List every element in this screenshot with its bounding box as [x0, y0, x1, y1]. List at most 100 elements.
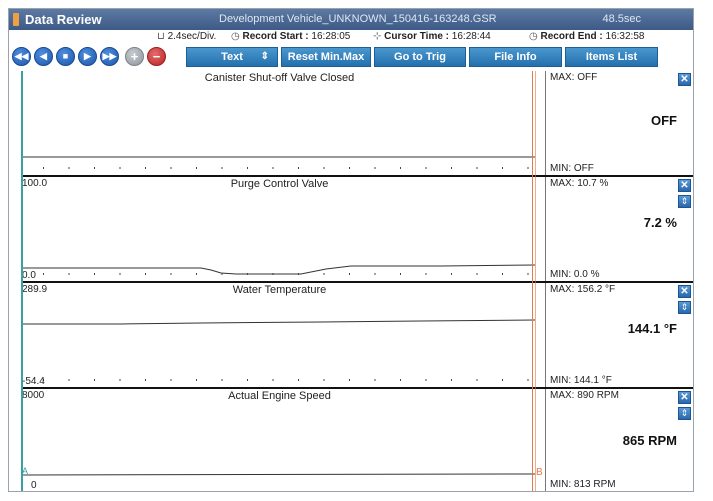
axis-tick [502, 379, 503, 381]
reset-min-max-button[interactable]: Reset Min.Max [281, 47, 371, 67]
close-icon: ✕ [680, 74, 689, 85]
current-value: 7.2 % [643, 215, 677, 230]
graph-plot[interactable]: Water Temperature 289.9 -54.4 [21, 283, 538, 387]
close-panel-button[interactable]: ✕ [678, 73, 691, 86]
axis-tick [94, 379, 95, 381]
axis-tick [247, 379, 248, 381]
graph-plot[interactable]: Actual Engine Speed 8000 0 [21, 389, 538, 491]
axis-tick [119, 273, 121, 275]
axis-tick [374, 379, 376, 381]
graph-panel-purge: Purge Control Valve 100.0 0.0 MAX: 10.7 … [21, 177, 693, 283]
min-value: MIN: 144.1 °F [550, 375, 612, 386]
zoom-out-icon: − [152, 49, 161, 64]
panel-title: Canister Shut-off Valve Closed [204, 72, 355, 84]
cursor-b-marker[interactable]: B [536, 467, 543, 478]
step-back-icon: ◀ [40, 51, 47, 61]
axis-tick [425, 273, 427, 275]
axis-tick [451, 379, 452, 381]
file-info-button[interactable]: File Info [469, 47, 562, 67]
scale-top: 289.9 [22, 284, 48, 295]
current-value: 144.1 °F [627, 321, 677, 336]
data-review-window: Data Review Development Vehicle_UNKNOWN_… [8, 8, 694, 492]
axis-tick [527, 273, 529, 275]
axis-tick [68, 167, 70, 169]
axis-tick [527, 379, 529, 381]
axis-tick [425, 379, 427, 381]
zoom-in-button[interactable]: + [125, 47, 144, 66]
water-temp-trace [23, 319, 536, 381]
axis-tick [196, 273, 197, 275]
close-panel-button[interactable]: ✕ [678, 391, 691, 404]
close-panel-button[interactable]: ✕ [678, 179, 691, 192]
stop-button[interactable]: ■ [56, 47, 75, 66]
cursor-b-line[interactable] [532, 71, 533, 491]
record-start: ◷ Record Start : 16:28:05 [231, 31, 351, 42]
axis-tick [298, 379, 299, 381]
zoom-in-icon: + [130, 49, 139, 64]
axis-tick [196, 167, 197, 169]
axis-tick [425, 167, 427, 169]
axis-tick [119, 379, 121, 381]
resize-panel-button[interactable]: ⇕ [678, 195, 691, 208]
axis-tick [272, 167, 274, 169]
axis-tick [527, 167, 529, 169]
text-mode-select[interactable]: Text ⇕ [186, 47, 278, 67]
text-mode-label: Text [221, 51, 243, 63]
value-panel: MAX: 10.7 % ✕ ⇕ 7.2 % MIN: 0.0 % [545, 177, 693, 281]
app-icon [13, 13, 19, 26]
scale-top: 8000 [22, 390, 45, 401]
panel-title: Purge Control Valve [230, 178, 329, 190]
fast-forward-button[interactable]: ▶▶ [100, 47, 119, 66]
updown-arrows-icon: ⇕ [680, 196, 689, 206]
scale-bottom: -54.4 [22, 376, 45, 387]
updown-arrows-icon: ⇕ [680, 302, 689, 312]
axis-tick [170, 379, 172, 381]
toolbar: ◀◀ ◀ ■ ▶ ▶▶ + − Text ⇕ Reset Min.Max Go … [9, 44, 693, 71]
time-division: ⊔ 2.4sec/Div. [157, 31, 217, 42]
axis-tick [221, 167, 223, 169]
graph-panel-canister: Canister Shut-off Valve Closed MAX: OFF … [21, 71, 693, 177]
axis-tick [400, 379, 401, 381]
resize-panel-button[interactable]: ⇕ [678, 407, 691, 420]
close-panel-button[interactable]: ✕ [678, 285, 691, 298]
min-value: MIN: 0.0 % [550, 269, 600, 280]
cursor-b-shadow-line [535, 71, 536, 491]
axis-tick [221, 379, 223, 381]
axis-tick [247, 167, 248, 169]
current-value: OFF [651, 113, 677, 128]
fast-forward-icon: ▶▶ [102, 51, 117, 61]
graph-plot[interactable]: Purge Control Valve 100.0 0.0 [21, 177, 538, 281]
min-value: MIN: OFF [550, 163, 594, 174]
axis-tick [349, 167, 350, 169]
graph-panel-water-temp: Water Temperature 289.9 -54.4 MAX: 156.2… [21, 283, 693, 389]
panel-title: Actual Engine Speed [228, 390, 331, 402]
axis-tick [476, 379, 478, 381]
cursor-time: ⊹ Cursor Time : 16:28:44 [373, 31, 491, 42]
graph-plot[interactable]: Canister Shut-off Valve Closed [21, 71, 538, 175]
step-back-button[interactable]: ◀ [34, 47, 53, 66]
time-div-icon: ⊔ [157, 31, 165, 42]
axis-tick [451, 273, 452, 275]
play-button[interactable]: ▶ [78, 47, 97, 66]
elapsed-time: 48.5sec [602, 13, 641, 25]
max-value: MAX: 890 RPM [550, 390, 619, 401]
zoom-out-button[interactable]: − [147, 47, 166, 66]
axis-tick [221, 273, 223, 275]
resize-panel-button[interactable]: ⇕ [678, 301, 691, 314]
axis-tick [196, 379, 197, 381]
go-to-trig-button[interactable]: Go to Trig [374, 47, 466, 67]
items-list-button[interactable]: Items List [565, 47, 658, 67]
axis-tick [119, 167, 121, 169]
max-value: MAX: 156.2 °F [550, 284, 616, 295]
updown-arrows-icon: ⇕ [680, 408, 689, 418]
axis-tick [323, 273, 325, 275]
axis-tick [400, 273, 401, 275]
value-panel: MAX: 156.2 °F ✕ ⇕ 144.1 °F MIN: 144.1 °F [545, 283, 693, 387]
purge-trace [23, 264, 536, 275]
cursor-a-line[interactable] [21, 71, 23, 491]
axis-tick [400, 167, 401, 169]
rewind-button[interactable]: ◀◀ [12, 47, 31, 66]
cursor-a-marker[interactable]: A [22, 466, 28, 476]
current-value: 865 RPM [622, 433, 677, 448]
engine-speed-trace [22, 473, 536, 476]
